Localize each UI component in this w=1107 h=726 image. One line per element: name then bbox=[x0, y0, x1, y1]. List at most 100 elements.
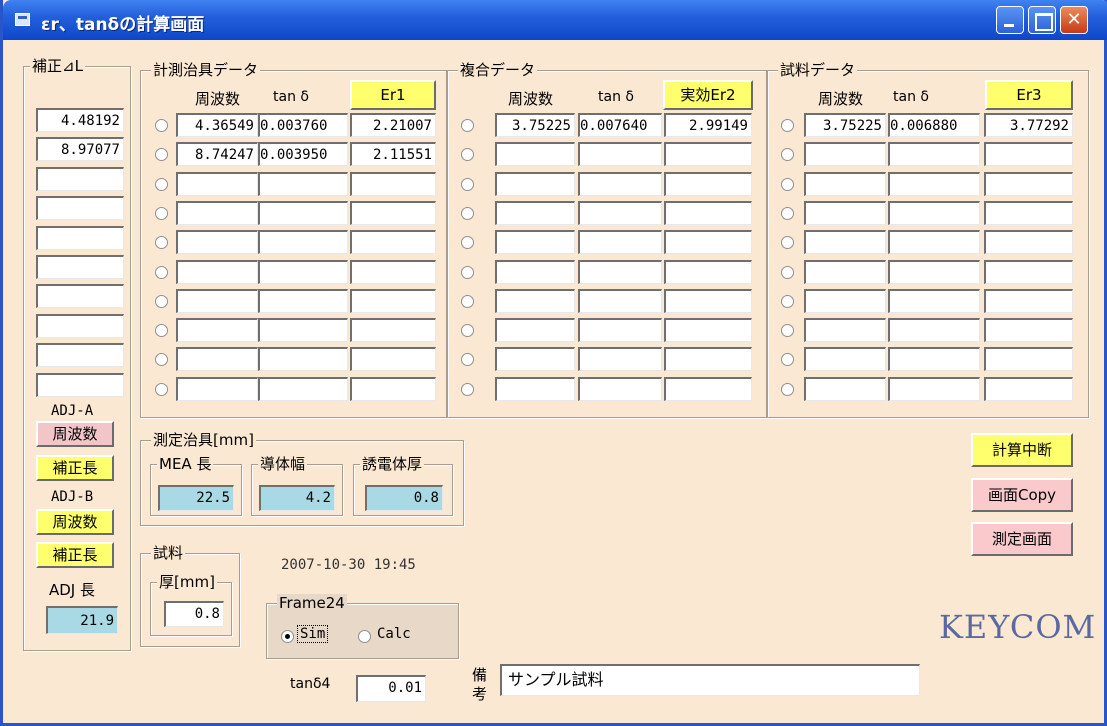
abort-calculation-button[interactable]: 計算中断 bbox=[971, 433, 1073, 467]
sample-data-freq-field[interactable] bbox=[804, 318, 886, 343]
composite-data-er-field[interactable]: 2.99149 bbox=[664, 113, 752, 137]
adj-a-frequency-button[interactable]: 周波数 bbox=[36, 421, 114, 447]
composite-data-row-radio[interactable] bbox=[461, 382, 474, 396]
fixture-data-freq-field[interactable] bbox=[176, 376, 258, 401]
correction-field[interactable]: 4.48192 bbox=[36, 108, 124, 132]
correction-field[interactable] bbox=[36, 372, 124, 397]
sample-data-freq-field[interactable] bbox=[804, 347, 886, 372]
composite-data-freq-field[interactable] bbox=[495, 171, 575, 196]
composite-data-row-radio[interactable] bbox=[461, 206, 474, 220]
composite-data-row-radio[interactable] bbox=[461, 119, 474, 132]
composite-data-er-field[interactable] bbox=[664, 259, 752, 284]
composite-data-tan-field[interactable] bbox=[578, 259, 662, 284]
composite-data-row-radio[interactable] bbox=[461, 265, 474, 279]
fixture-data-tan-field[interactable] bbox=[258, 318, 348, 343]
sample-data-tan-field[interactable] bbox=[888, 142, 980, 167]
sample-data-er-field[interactable]: 3.77292 bbox=[984, 113, 1073, 137]
fixture-data-er-field[interactable] bbox=[350, 376, 436, 401]
composite-data-tan-field[interactable] bbox=[578, 171, 662, 196]
fixture-data-tan-field[interactable] bbox=[258, 347, 348, 372]
composite-data-er-field[interactable] bbox=[664, 230, 752, 255]
composite-data-tan-field[interactable] bbox=[578, 318, 662, 343]
sample-data-row-radio[interactable] bbox=[781, 177, 794, 191]
composite-data-row-radio[interactable] bbox=[461, 177, 474, 191]
correction-field[interactable] bbox=[36, 196, 124, 221]
correction-field[interactable] bbox=[36, 313, 124, 338]
maximize-button[interactable] bbox=[1028, 6, 1056, 34]
minimize-button[interactable] bbox=[996, 6, 1024, 34]
sample-data-row-radio[interactable] bbox=[781, 265, 794, 279]
thickness-field[interactable]: 0.8 bbox=[164, 601, 224, 627]
adj-a-correction-button[interactable]: 補正長 bbox=[36, 455, 114, 481]
composite-data-tan-field[interactable] bbox=[578, 376, 662, 401]
composite-data-tan-field[interactable] bbox=[578, 142, 662, 167]
sample-data-row-radio[interactable] bbox=[781, 119, 794, 132]
sample-data-er-field[interactable] bbox=[984, 259, 1073, 284]
calc-radio[interactable] bbox=[358, 630, 371, 643]
tan4-field[interactable]: 0.01 bbox=[356, 675, 426, 702]
sample-data-freq-field[interactable] bbox=[804, 376, 886, 401]
fixture-data-freq-field[interactable]: 8.74247 bbox=[176, 142, 258, 167]
composite-data-er-field[interactable] bbox=[664, 200, 752, 225]
fixture-data-freq-field[interactable]: 4.36549 bbox=[176, 113, 258, 137]
adj-b-frequency-button[interactable]: 周波数 bbox=[36, 509, 114, 535]
composite-data-freq-field[interactable] bbox=[495, 318, 575, 343]
fixture-data-freq-field[interactable] bbox=[176, 230, 258, 255]
sim-radio[interactable] bbox=[281, 630, 294, 643]
correction-field[interactable] bbox=[36, 166, 124, 191]
composite-data-er-field[interactable] bbox=[664, 347, 752, 372]
sample-data-tan-field[interactable] bbox=[888, 200, 980, 225]
composite-data-er-field[interactable] bbox=[664, 288, 752, 313]
composite-data-freq-field[interactable] bbox=[495, 200, 575, 225]
sample-data-tan-field[interactable] bbox=[888, 318, 980, 343]
dielectric-thickness-field[interactable]: 0.8 bbox=[365, 485, 443, 511]
fixture-data-er-field[interactable] bbox=[350, 200, 436, 225]
fixture-data-tan-field[interactable]: 0.003760 bbox=[258, 113, 348, 137]
fixture-data-freq-field[interactable] bbox=[176, 200, 258, 225]
sample-data-er-field[interactable] bbox=[984, 318, 1073, 343]
composite-data-er-field[interactable] bbox=[664, 376, 752, 401]
sample-data-freq-field[interactable] bbox=[804, 259, 886, 284]
composite-data-freq-field[interactable]: 3.75225 bbox=[495, 113, 575, 137]
sample-data-tan-field[interactable] bbox=[888, 376, 980, 401]
composite-data-er-field[interactable] bbox=[664, 171, 752, 196]
sample-data-er-field[interactable] bbox=[984, 230, 1073, 255]
sample-data-tan-field[interactable] bbox=[888, 259, 980, 284]
sample-data-freq-field[interactable]: 3.75225 bbox=[804, 113, 886, 137]
fixture-data-tan-field[interactable] bbox=[258, 230, 348, 255]
fixture-data-row-radio[interactable] bbox=[155, 382, 168, 396]
sample-data-row-radio[interactable] bbox=[781, 324, 794, 338]
adj-b-correction-button[interactable]: 補正長 bbox=[36, 542, 114, 568]
sample-data-er-field[interactable] bbox=[984, 142, 1073, 167]
fixture-data-row-radio[interactable] bbox=[155, 265, 168, 279]
composite-data-tan-field[interactable] bbox=[578, 288, 662, 313]
composite-data-tan-field[interactable] bbox=[578, 230, 662, 255]
sample-data-er-field[interactable] bbox=[984, 200, 1073, 225]
correction-field[interactable] bbox=[36, 343, 124, 368]
fixture-data-er-field[interactable] bbox=[350, 347, 436, 372]
measurement-screen-button[interactable]: 測定画面 bbox=[971, 522, 1073, 556]
fixture-data-tan-field[interactable] bbox=[258, 171, 348, 196]
composite-data-row-radio[interactable] bbox=[461, 324, 474, 338]
composite-data-freq-field[interactable] bbox=[495, 347, 575, 372]
fixture-data-freq-field[interactable] bbox=[176, 347, 258, 372]
sample-data-row-radio[interactable] bbox=[781, 206, 794, 220]
fixture-data-er-field[interactable] bbox=[350, 259, 436, 284]
fixture-data-tan-field[interactable] bbox=[258, 376, 348, 401]
sample-data-er-field[interactable] bbox=[984, 288, 1073, 313]
composite-data-tan-field[interactable] bbox=[578, 347, 662, 372]
fixture-data-er-field[interactable] bbox=[350, 171, 436, 196]
title-bar[interactable]: εr、tanδの計算画面 bbox=[3, 0, 1107, 40]
fixture-data-row-radio[interactable] bbox=[155, 294, 168, 308]
fixture-data-row-radio[interactable] bbox=[155, 324, 168, 338]
fixture-data-tan-field[interactable] bbox=[258, 259, 348, 284]
remarks-field[interactable]: サンプル試料 bbox=[500, 664, 920, 696]
fixture-data-row-radio[interactable] bbox=[155, 177, 168, 191]
fixture-data-er-field[interactable] bbox=[350, 318, 436, 343]
er1-button[interactable]: Er1 bbox=[350, 80, 436, 110]
er2-button[interactable]: 実効Er2 bbox=[663, 80, 753, 110]
calc-label[interactable]: Calc bbox=[377, 626, 411, 642]
sample-data-row-radio[interactable] bbox=[781, 294, 794, 308]
composite-data-tan-field[interactable]: 0.007640 bbox=[578, 113, 662, 137]
sample-data-er-field[interactable] bbox=[984, 347, 1073, 372]
